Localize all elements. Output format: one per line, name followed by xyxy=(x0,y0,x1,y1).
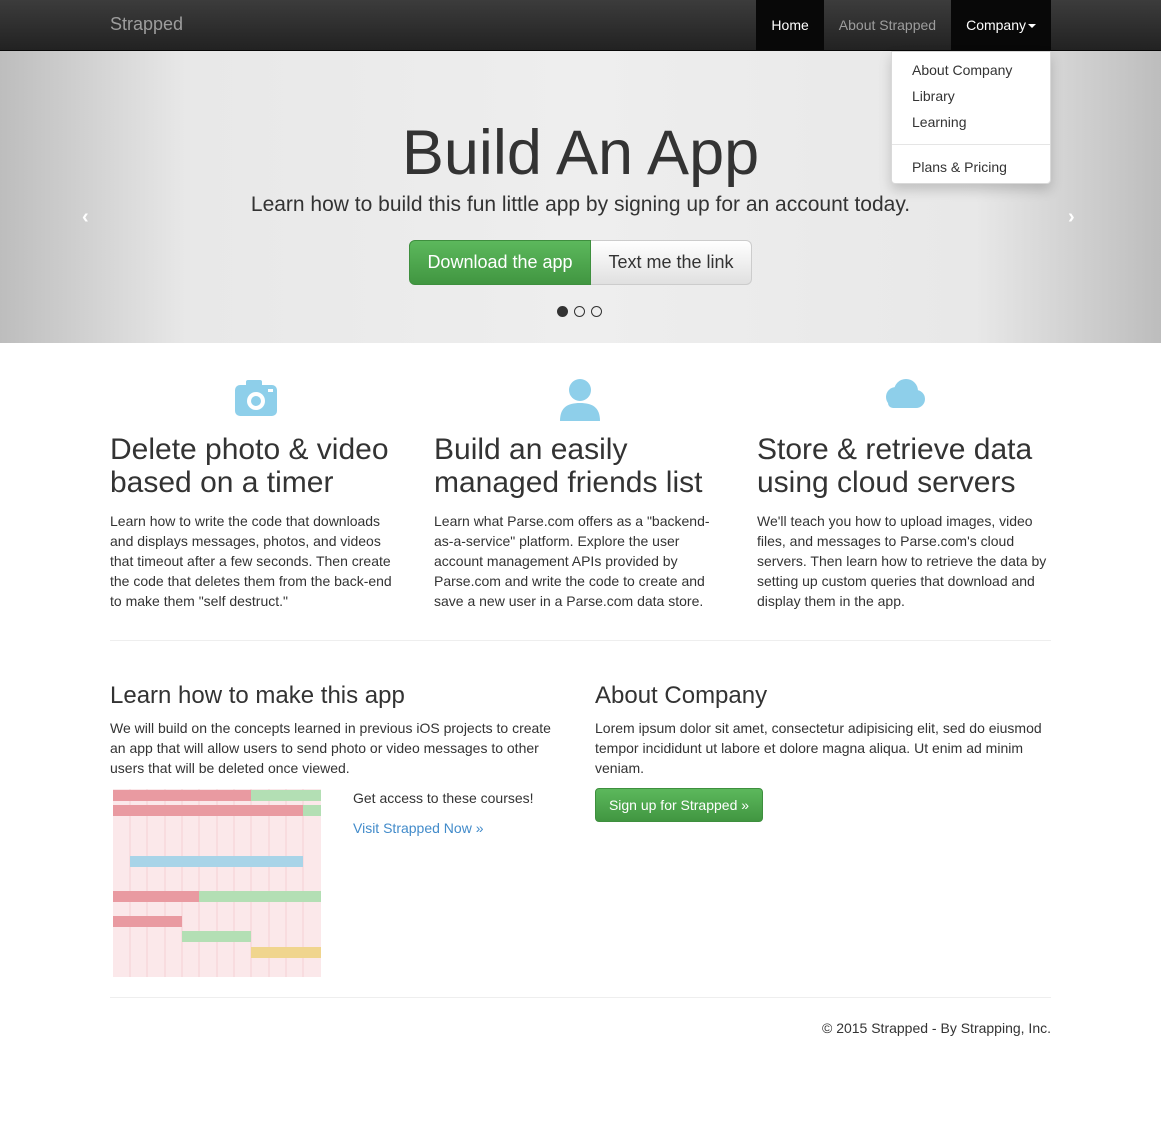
carousel-next-icon[interactable]: › xyxy=(1068,206,1075,229)
nav-menu: Home About Strapped Company xyxy=(756,0,1051,50)
dropdown-divider xyxy=(892,144,1050,145)
feature-text: We'll teach you how to upload images, vi… xyxy=(757,513,1047,609)
carousel-indicator-3[interactable] xyxy=(591,306,602,317)
about-title: About Company xyxy=(595,682,768,709)
nav-item-company[interactable]: Company xyxy=(951,0,1051,50)
dropdown-item-plans-pricing[interactable]: Plans & Pricing xyxy=(892,154,1050,180)
courses-text: Get access to these courses! xyxy=(353,790,534,806)
course-schedule-image xyxy=(113,789,321,977)
carousel-indicator-2[interactable] xyxy=(574,306,585,317)
hero-button-group: Download the app Text me the link xyxy=(409,240,752,285)
nav-item-about-strapped[interactable]: About Strapped xyxy=(824,0,951,50)
brand-link[interactable]: Strapped xyxy=(110,14,183,35)
about-text: Lorem ipsum dolor sit amet, consectetur … xyxy=(595,720,1042,776)
feature-friends: Build an easily managed friends list Lea… xyxy=(434,377,734,611)
dropdown-item-library[interactable]: Library xyxy=(892,83,1050,109)
learn-text: We will build on the concepts learned in… xyxy=(110,720,551,776)
learn-title: Learn how to make this app xyxy=(110,682,405,709)
feature-title: Store & retrieve data using cloud server… xyxy=(757,433,1033,499)
text-me-link-button[interactable]: Text me the link xyxy=(591,240,752,285)
nav-item-home[interactable]: Home xyxy=(756,0,824,50)
company-dropdown-menu: About Company Library Learning Plans & P… xyxy=(891,51,1051,184)
carousel-indicator-1[interactable] xyxy=(557,306,568,317)
visit-strapped-link[interactable]: Visit Strapped Now » xyxy=(353,820,483,836)
hero-subtitle: Learn how to build this fun little app b… xyxy=(250,193,911,216)
footer-divider xyxy=(110,997,1051,998)
dropdown-item-learning[interactable]: Learning xyxy=(892,109,1050,135)
feature-title: Delete photo & video based on a timer xyxy=(110,433,389,499)
cloud-icon xyxy=(757,377,1049,421)
feature-title: Build an easily managed friends list xyxy=(434,433,703,499)
feature-timer: Delete photo & video based on a timer Le… xyxy=(110,377,410,611)
navbar: Strapped Home About Strapped Company xyxy=(0,0,1161,51)
carousel-indicators xyxy=(557,306,602,317)
carousel-prev-icon[interactable]: ‹ xyxy=(82,206,89,229)
sign-up-button[interactable]: Sign up for Strapped » xyxy=(595,788,763,822)
footer-copyright: © 2015 Strapped - By Strapping, Inc. xyxy=(821,1020,1051,1036)
feature-text: Learn what Parse.com offers as a "backen… xyxy=(434,513,710,609)
nav-item-company-label: Company xyxy=(966,17,1026,33)
section-divider xyxy=(110,640,1051,641)
feature-text: Learn how to write the code that downloa… xyxy=(110,513,392,609)
dropdown-item-about-company[interactable]: About Company xyxy=(892,57,1050,83)
download-app-button[interactable]: Download the app xyxy=(409,240,591,285)
feature-cloud: Store & retrieve data using cloud server… xyxy=(757,377,1057,611)
caret-down-icon xyxy=(1028,24,1036,29)
camera-icon xyxy=(110,377,402,421)
user-icon xyxy=(434,377,726,421)
